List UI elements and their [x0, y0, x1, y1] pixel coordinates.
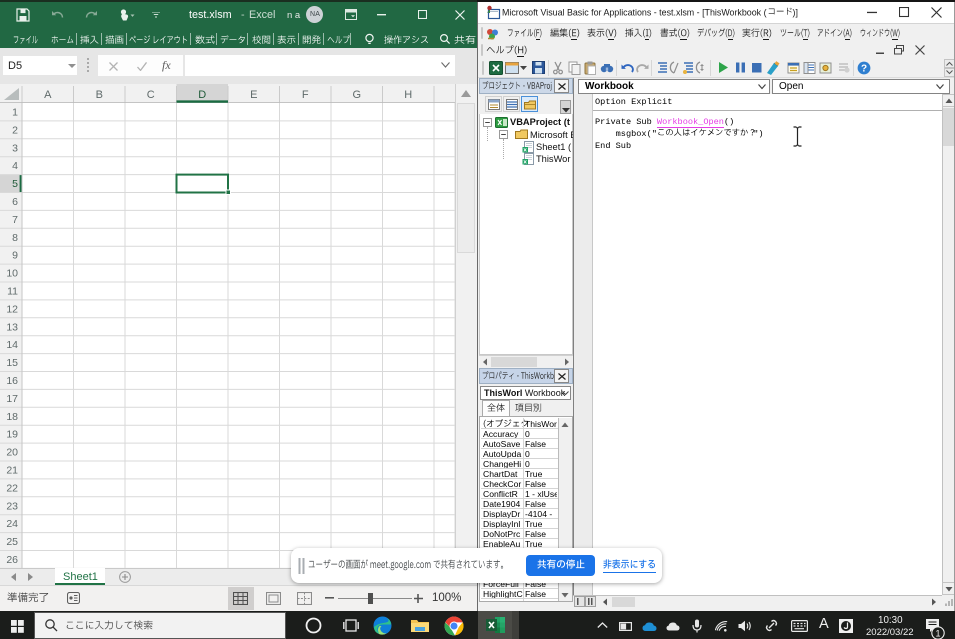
svg-text:11: 11 [7, 285, 18, 297]
svg-text:23: 23 [6, 500, 18, 512]
svg-text:18: 18 [6, 411, 18, 423]
svg-text:12: 12 [6, 303, 18, 315]
svg-text:20: 20 [6, 447, 18, 459]
svg-text:15: 15 [6, 357, 18, 369]
svg-text:C: C [147, 89, 155, 101]
svg-text:F: F [302, 89, 309, 101]
svg-text:25: 25 [6, 536, 18, 548]
svg-text:2: 2 [12, 124, 18, 136]
svg-text:3: 3 [12, 142, 18, 154]
svg-text:26: 26 [6, 554, 18, 566]
svg-text:22: 22 [6, 482, 18, 494]
svg-text:16: 16 [6, 375, 18, 387]
svg-text:B: B [96, 89, 103, 101]
svg-text:A: A [44, 89, 52, 101]
svg-text:G: G [352, 89, 361, 101]
svg-text:24: 24 [6, 518, 18, 530]
svg-text:1: 1 [935, 629, 940, 639]
svg-text:8: 8 [12, 232, 18, 244]
svg-text:17: 17 [6, 393, 18, 405]
svg-text:21: 21 [6, 464, 18, 476]
svg-text:E: E [250, 89, 257, 101]
svg-text:6: 6 [12, 196, 18, 208]
svg-text:10: 10 [6, 268, 18, 280]
svg-text:19: 19 [6, 429, 18, 441]
svg-text:4: 4 [12, 160, 18, 172]
svg-text:9: 9 [12, 250, 18, 262]
svg-text:13: 13 [6, 321, 18, 333]
svg-text:7: 7 [12, 214, 18, 226]
svg-text:14: 14 [6, 339, 18, 351]
svg-text:?: ? [861, 63, 867, 74]
svg-text:1: 1 [12, 106, 18, 118]
svg-text:5: 5 [12, 178, 18, 190]
svg-text:D: D [198, 89, 206, 101]
svg-text:H: H [404, 89, 412, 101]
